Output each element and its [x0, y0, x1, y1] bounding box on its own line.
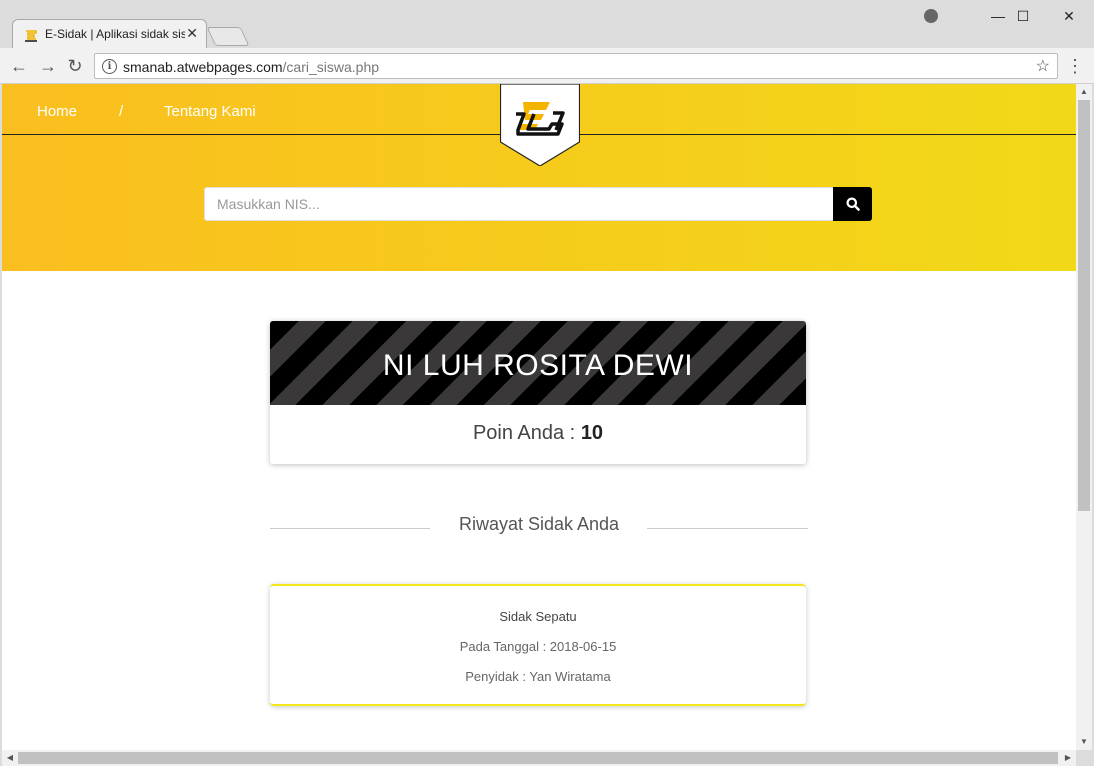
url-path: /cari_siswa.php — [282, 59, 380, 75]
horizontal-scroll-thumb[interactable] — [18, 752, 1058, 764]
maximize-button[interactable]: ☐ — [1000, 4, 1046, 28]
tab-close-icon[interactable]: ✕ — [186, 25, 198, 42]
scroll-left-arrow-icon[interactable]: ◀ — [2, 750, 18, 766]
scroll-down-arrow-icon[interactable]: ▼ — [1076, 734, 1092, 750]
history-item-inspector: Penyidak : Yan Wiratama — [465, 669, 611, 684]
info-icon[interactable]: i — [102, 59, 117, 74]
scroll-up-arrow-icon[interactable]: ▲ — [1076, 84, 1092, 100]
tab-strip: E-Sidak | Aplikasi sidak siswa ✕ — ☐ ✕ — [0, 0, 1094, 48]
vertical-scroll-thumb[interactable] — [1078, 100, 1090, 511]
address-bar[interactable]: i smanab.atwebpages.com/cari_siswa.php ☆ — [94, 53, 1058, 79]
profile-icon[interactable] — [924, 9, 938, 23]
browser-chrome: E-Sidak | Aplikasi sidak siswa ✕ — ☐ ✕ ←… — [0, 0, 1094, 84]
back-button[interactable]: ← — [8, 55, 30, 77]
bookmark-star-icon[interactable]: ☆ — [1036, 56, 1050, 76]
history-item-title: Sidak Sepatu — [499, 609, 577, 624]
points-display: Poin Anda : 10 — [270, 422, 806, 445]
page-viewport: Home / Tentang Kami NI LUH ROSITA DEWI P… — [2, 84, 1076, 750]
search-button[interactable] — [833, 187, 872, 221]
points-label: Poin Anda : — [472, 422, 581, 444]
hero-header: Home / Tentang Kami — [2, 84, 1076, 271]
browser-toolbar: ← → ↻ i smanab.atwebpages.com/cari_siswa… — [0, 48, 1094, 84]
nav-separator: / — [119, 103, 124, 120]
nav-home-link[interactable]: Home — [37, 103, 77, 120]
close-window-button[interactable]: ✕ — [1046, 4, 1092, 28]
tab-title: E-Sidak | Aplikasi sidak siswa — [45, 27, 185, 41]
scroll-right-arrow-icon[interactable]: ▶ — [1060, 750, 1076, 766]
new-tab-button[interactable] — [206, 27, 250, 46]
url-host: smanab.atwebpages.com — [123, 59, 283, 75]
student-name-banner: NI LUH ROSITA DEWI — [270, 321, 806, 405]
favicon-icon — [25, 30, 37, 42]
browser-menu-icon[interactable]: ⋮ — [1066, 55, 1084, 77]
e-sidak-logo-icon[interactable] — [500, 84, 580, 166]
search-icon — [846, 197, 860, 211]
reload-button[interactable]: ↻ — [64, 55, 86, 77]
points-value: 10 — [580, 422, 604, 444]
history-heading: Riwayat Sidak Anda — [458, 514, 620, 534]
history-section-title: Riwayat Sidak Anda — [270, 512, 808, 536]
url-text[interactable]: smanab.atwebpages.com/cari_siswa.php — [123, 59, 379, 75]
forward-button[interactable]: → — [37, 55, 59, 77]
search-input[interactable] — [204, 187, 834, 221]
horizontal-scrollbar[interactable]: ◀ ▶ — [2, 750, 1076, 766]
scrollbar-corner — [1076, 750, 1092, 766]
student-name: NI LUH ROSITA DEWI — [382, 349, 694, 382]
student-card: NI LUH ROSITA DEWI Poin Anda : 10 — [270, 321, 806, 464]
history-item-card: Sidak Sepatu Pada Tanggal : 2018-06-15 P… — [270, 584, 806, 706]
browser-tab[interactable]: E-Sidak | Aplikasi sidak siswa ✕ — [12, 19, 207, 48]
history-item-date: Pada Tanggal : 2018-06-15 — [459, 639, 617, 654]
vertical-scrollbar[interactable]: ▲ ▼ — [1076, 84, 1092, 750]
nav-about-link[interactable]: Tentang Kami — [164, 103, 256, 120]
